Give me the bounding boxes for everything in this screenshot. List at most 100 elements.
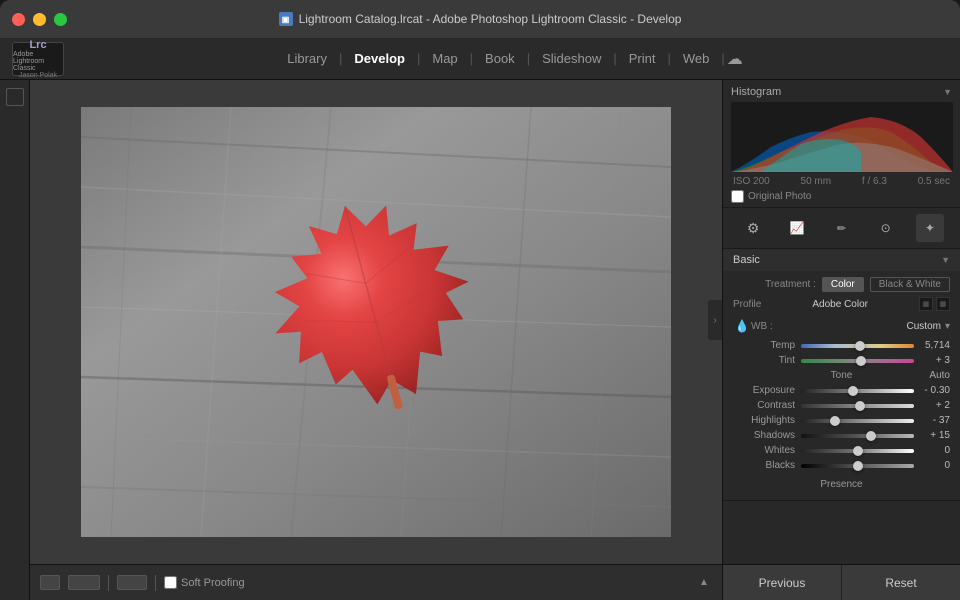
profile-icons: ▦ ▦ [919,297,950,311]
wb-label: WB : [751,321,773,332]
tint-slider-thumb[interactable] [856,356,866,366]
temp-slider[interactable] [801,344,914,348]
treatment-row: Treatment : Color Black & White [733,277,950,292]
shadows-label: Shadows [733,430,795,441]
nav-book[interactable]: Book [475,38,525,80]
presence-label: Presence [820,479,862,490]
blacks-slider-thumb[interactable] [853,461,863,471]
reset-button[interactable]: Reset [842,565,960,600]
nav-print[interactable]: Print [619,38,666,80]
auto-button[interactable]: Auto [878,370,950,381]
highlights-slider-row: Highlights - 37 [733,415,950,426]
main-area: Soft Proofing ▲ Histogram ▼ [0,80,960,600]
title-text: Lightroom Catalog.lrcat - Adobe Photosho… [299,12,682,26]
toolbar-separator-1 [108,575,109,591]
close-button[interactable] [12,13,25,26]
left-panel [0,80,30,600]
minimize-button[interactable] [33,13,46,26]
tint-slider-row: Tint + 3 [733,355,950,366]
nav-sep-2: | [417,51,420,66]
shadows-slider[interactable] [801,434,914,438]
right-panel-collapse[interactable]: › [708,300,722,340]
soft-proofing-label: Soft Proofing [181,577,245,589]
blacks-slider[interactable] [801,464,914,468]
exposure-value: - 0.30 [920,385,950,396]
temp-slider-thumb[interactable] [855,341,865,351]
photo-container[interactable] [30,80,722,564]
whites-value: 0 [920,445,950,456]
shadows-slider-row: Shadows + 15 [733,430,950,441]
left-panel-toggle[interactable] [6,88,24,106]
basic-panel-section: Basic ▼ Treatment : Color Black & White … [723,249,960,501]
whites-slider-thumb[interactable] [853,446,863,456]
nav-library[interactable]: Library [277,38,337,80]
detail-icon[interactable]: ✦ [916,214,944,242]
shadows-value: + 15 [920,430,950,441]
filmstrip-toggle-icon[interactable]: ▲ [696,575,712,591]
histogram-header: Histogram ▼ [731,86,952,98]
view-compare-button[interactable] [68,575,100,590]
profile-label: Profile [733,299,761,310]
contrast-slider[interactable] [801,404,914,408]
tone-curve-icon[interactable]: 📈 [783,214,811,242]
nav-sep-6: | [667,51,670,66]
nav-sep-5: | [613,51,616,66]
previous-button[interactable]: Previous [723,565,842,600]
shutter-label: 0.5 sec [918,176,950,187]
exposure-slider[interactable] [801,389,914,393]
shadows-slider-thumb[interactable] [866,431,876,441]
basic-adjustments-icon[interactable]: ⚙ [739,214,767,242]
contrast-value: + 2 [920,400,950,411]
top-navigation: Lrc Adobe Lightroom Classic Jason Polak … [0,38,960,80]
soft-proofing-checkbox[interactable] [164,576,177,589]
soft-proofing-toggle[interactable]: Soft Proofing [164,576,245,589]
tone-header-row: Tone Auto [733,370,950,381]
exposure-slider-row: Exposure - 0.30 [733,385,950,396]
nav-sep-7: | [721,51,724,66]
profile-grid-icon[interactable]: ▦ [919,297,933,311]
color-treatment-button[interactable]: Color [822,277,864,292]
nav-sep-4: | [527,51,530,66]
tone-label: Tone [805,370,877,381]
bw-treatment-button[interactable]: Black & White [870,277,950,292]
iso-label: ISO 200 [733,176,770,187]
nav-web[interactable]: Web [673,38,720,80]
nav-map[interactable]: Map [422,38,467,80]
flags-button[interactable] [117,575,147,590]
highlights-slider[interactable] [801,419,914,423]
nav-sep-1: | [339,51,342,66]
whites-slider[interactable] [801,449,914,453]
color-grading-icon[interactable]: ⊙ [872,214,900,242]
histogram-collapse-icon[interactable]: ▼ [943,87,952,97]
view-grid-button[interactable] [40,575,60,590]
basic-panel-header[interactable]: Basic ▼ [723,249,960,271]
tint-slider[interactable] [801,359,914,363]
nav-develop[interactable]: Develop [344,38,415,80]
temp-label: Temp [733,340,795,351]
histogram-meta: ISO 200 50 mm f / 6.3 0.5 sec [731,176,952,187]
maximize-button[interactable] [54,13,67,26]
tool-icons-row: ⚙ 📈 ✏ ⊙ ✦ [723,208,960,249]
hsl-color-icon[interactable]: ✏ [827,214,855,242]
nav-slideshow[interactable]: Slideshow [532,38,611,80]
panels-scroll[interactable]: Basic ▼ Treatment : Color Black & White … [723,249,960,564]
temp-slider-row: Temp 5,714 [733,340,950,351]
exposure-slider-thumb[interactable] [848,386,858,396]
original-photo-checkbox[interactable] [731,190,744,203]
blacks-label: Blacks [733,460,795,471]
profile-browse-icon[interactable]: ▦ [936,297,950,311]
aperture-label: f / 6.3 [862,176,887,187]
nav-sep-3: | [470,51,473,66]
original-photo-row: Original Photo [731,190,952,203]
profile-row: Profile Adobe Color ▦ ▦ [733,297,950,311]
right-collapse-icon: › [713,315,716,326]
wb-dropdown-icon[interactable]: ▾ [945,321,950,332]
highlights-slider-thumb[interactable] [830,416,840,426]
cloud-icon[interactable]: ☁ [727,49,743,69]
blacks-value: 0 [920,460,950,471]
eyedropper-icon[interactable]: 💧 [733,317,751,335]
histogram-chart [731,102,953,172]
toolbar-separator-2 [155,575,156,591]
histogram-canvas [731,102,953,172]
contrast-slider-thumb[interactable] [855,401,865,411]
